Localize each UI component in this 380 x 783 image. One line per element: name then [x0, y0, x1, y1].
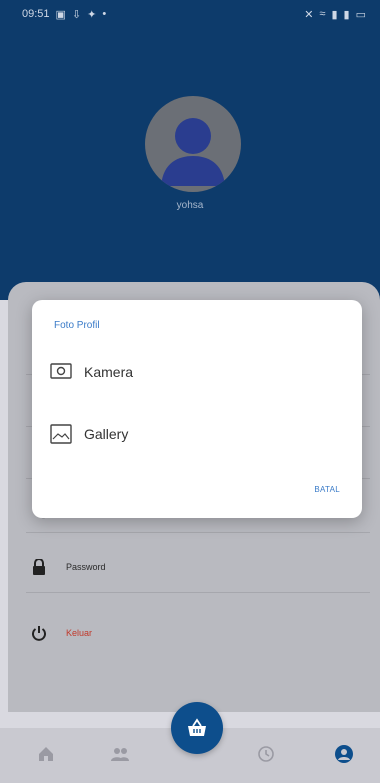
avatar[interactable] — [145, 96, 241, 192]
people-icon[interactable] — [108, 742, 132, 766]
camera-option[interactable]: Kamera — [50, 362, 133, 382]
menu-item-logout[interactable]: Keluar — [30, 624, 92, 642]
battery-icon: ▭ — [355, 8, 366, 21]
status-bar: 09:51 ▣ ⇩ ✦ • ✕ ≈ ▮ ▮ ▭ — [0, 0, 380, 28]
mute-icon: ✕ — [304, 8, 314, 21]
dialog-title: Foto Profil — [54, 320, 100, 331]
person-avatar-icon — [161, 118, 225, 186]
account-icon[interactable] — [332, 742, 356, 766]
basket-icon — [188, 718, 206, 736]
history-icon[interactable] — [254, 742, 278, 766]
profile-header: yohsa — [0, 0, 380, 300]
download-notification-icon: ⇩ — [71, 8, 82, 21]
signal-icon: ▮ — [331, 8, 338, 21]
status-time: 09:51 — [22, 8, 50, 20]
power-icon — [30, 624, 48, 642]
wifi-icon: ≈ — [319, 8, 326, 20]
camera-icon — [50, 362, 72, 382]
dot-icon: • — [102, 8, 107, 20]
cancel-button[interactable]: BATAL — [314, 485, 340, 494]
home-icon[interactable] — [34, 742, 58, 766]
twitter-notification-icon: ✦ — [87, 8, 97, 21]
menu-item-password[interactable]: Password — [30, 558, 106, 576]
gallery-option[interactable]: Gallery — [50, 424, 128, 444]
gallery-notification-icon: ▣ — [55, 8, 66, 21]
divider — [26, 592, 370, 593]
lock-icon — [30, 558, 48, 576]
username: yohsa — [176, 200, 204, 211]
photo-picker-dialog: Foto Profil Kamera Gallery BATAL — [32, 300, 362, 518]
basket-button[interactable] — [171, 702, 223, 754]
gallery-icon — [50, 424, 72, 444]
divider — [26, 532, 370, 533]
signal-icon-2: ▮ — [343, 8, 350, 21]
